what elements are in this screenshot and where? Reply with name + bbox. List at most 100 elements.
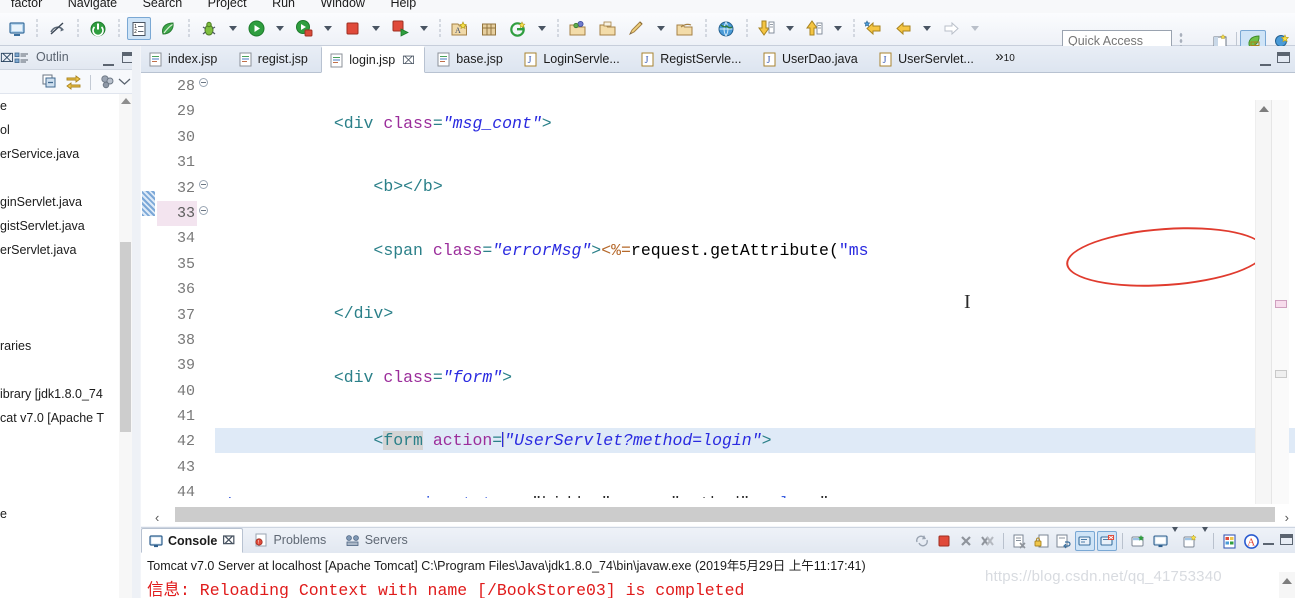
previous-annotation-icon[interactable] — [802, 13, 827, 44]
menu-item-search[interactable]: Search — [132, 0, 194, 12]
save-all-icon[interactable] — [86, 13, 111, 44]
sort-icon[interactable] — [65, 73, 82, 90]
minimize-icon[interactable] — [103, 53, 114, 71]
debug-dropdown-icon[interactable] — [226, 13, 240, 44]
previous-annotation-dropdown-icon[interactable] — [831, 13, 845, 44]
fold-toggle-icon[interactable] — [199, 206, 208, 215]
overview-mark[interactable] — [1275, 300, 1287, 308]
tab-base-jsp[interactable]: base.jsp — [429, 46, 512, 72]
scroll-up-icon[interactable] — [1259, 106, 1269, 112]
word-wrap-icon[interactable] — [1053, 531, 1073, 551]
toggle-breadcrumb-icon[interactable] — [45, 13, 70, 44]
scrollbar-thumb[interactable] — [120, 242, 131, 432]
tab-overflow-button[interactable]: » 10 — [987, 46, 1018, 72]
new-package-icon[interactable] — [477, 13, 502, 44]
package-explorer-close-icon[interactable]: ⌧ — [0, 51, 14, 65]
editor-horizontal-scrollbar[interactable]: ‹ › — [141, 504, 1295, 526]
run-server-dropdown-icon[interactable] — [417, 13, 431, 44]
forward-icon[interactable] — [939, 13, 964, 44]
maximize-icon[interactable] — [1277, 50, 1290, 68]
debug-icon[interactable] — [196, 13, 221, 44]
tab-index-jsp[interactable]: index.jsp — [141, 46, 226, 72]
back-history-icon[interactable] — [861, 13, 886, 44]
tomcat-leaf-icon[interactable] — [155, 13, 180, 44]
back-dropdown-icon[interactable] — [920, 13, 934, 44]
folder-search-icon[interactable] — [672, 13, 697, 44]
run-server-icon[interactable] — [388, 13, 413, 44]
tab-user-dao[interactable]: J UserDao.java — [755, 46, 867, 72]
show-console-dropdown-icon[interactable] — [1172, 532, 1178, 550]
edit-icon[interactable] — [624, 13, 649, 44]
tab-servers[interactable]: Servers — [338, 528, 415, 552]
fold-toggle-icon[interactable] — [199, 180, 208, 189]
console-output[interactable]: 信息: Reloading Context with name [/BookSt… — [147, 576, 1267, 598]
terminate-icon[interactable] — [934, 531, 954, 551]
new-wizard-icon[interactable] — [4, 13, 29, 44]
menu-item-project[interactable]: Project — [197, 0, 258, 12]
tomcat-log-icon[interactable] — [1219, 531, 1239, 551]
editor-vertical-scrollbar[interactable] — [1255, 100, 1271, 525]
new-console-dropdown-icon[interactable] — [1202, 532, 1208, 550]
tomcat-icon[interactable]: A — [1241, 531, 1261, 551]
forward-dropdown-icon[interactable] — [968, 13, 982, 44]
run-icon[interactable] — [244, 13, 269, 44]
next-annotation-icon[interactable] — [754, 13, 779, 44]
scrollbar-thumb[interactable] — [175, 507, 1275, 522]
filter-icon[interactable] — [99, 73, 116, 90]
folding-ruler[interactable] — [199, 73, 213, 498]
terminate-icon[interactable] — [340, 13, 365, 44]
editor-marker-gutter[interactable] — [141, 73, 157, 498]
overview-mark[interactable] — [1275, 370, 1287, 378]
minimize-icon[interactable] — [1260, 53, 1271, 71]
editor-overview-ruler[interactable] — [1271, 100, 1289, 525]
view-menu-icon[interactable] — [118, 77, 131, 86]
tab-console[interactable]: Console ⌧ — [141, 528, 243, 553]
menu-item-window[interactable]: Window — [309, 0, 375, 12]
scroll-lock-icon[interactable] — [1031, 531, 1051, 551]
scroll-down-icon[interactable] — [1282, 578, 1292, 584]
tab-user-servlet[interactable]: J UserServlet... — [871, 46, 983, 72]
show-console-view-icon[interactable] — [1150, 531, 1170, 551]
open-console-icon[interactable] — [1128, 531, 1148, 551]
menu-item-navigate[interactable]: Navigate — [57, 0, 128, 12]
open-type-icon[interactable] — [565, 13, 590, 44]
new-class-dropdown-icon[interactable] — [535, 13, 549, 44]
tab-login-servlet[interactable]: J LoginServle... — [516, 46, 628, 72]
tab-outline[interactable]: Outlin — [36, 50, 69, 64]
menu-item-help[interactable]: Help — [379, 0, 427, 12]
console-scrollbar[interactable] — [1279, 572, 1295, 598]
open-web-browser-icon[interactable] — [713, 13, 738, 44]
display-selected-console-icon[interactable] — [1097, 531, 1117, 551]
clear-console-icon[interactable] — [1009, 531, 1029, 551]
run-external-tools-icon[interactable] — [292, 13, 317, 44]
edit-dropdown-icon[interactable] — [654, 13, 668, 44]
next-annotation-dropdown-icon[interactable] — [783, 13, 797, 44]
scroll-left-icon[interactable]: ‹ — [155, 510, 159, 525]
new-console-view-icon[interactable] — [1180, 531, 1200, 551]
back-icon[interactable] — [891, 13, 916, 44]
menu-item-run[interactable]: Run — [261, 0, 306, 12]
scroll-right-icon[interactable]: › — [1285, 510, 1289, 525]
remove-all-terminated-icon[interactable] — [978, 531, 998, 551]
tab-problems[interactable]: ! Problems — [247, 528, 333, 552]
new-class-icon[interactable] — [506, 13, 531, 44]
left-panel-scrollbar[interactable] — [119, 94, 132, 598]
new-java-project-icon[interactable]: A — [447, 13, 472, 44]
terminate-relaunch-icon[interactable] — [912, 531, 932, 551]
remove-launch-icon[interactable] — [956, 531, 976, 551]
maximize-icon[interactable] — [1280, 532, 1293, 550]
run-external-dropdown-icon[interactable] — [321, 13, 335, 44]
code-text[interactable]: <div class="msg_cont"> <b></b> <span cla… — [215, 73, 1295, 498]
close-icon[interactable]: ⌧ — [402, 54, 415, 67]
fold-toggle-icon[interactable] — [199, 78, 208, 87]
minimize-icon[interactable] — [1263, 532, 1274, 550]
code-editor[interactable]: 28 29 30 31 32 33 34 35 36 37 38 39 40 4… — [141, 73, 1295, 526]
open-task-icon[interactable] — [595, 13, 620, 44]
tab-regist-jsp[interactable]: regist.jsp — [231, 46, 317, 72]
tab-login-jsp[interactable]: login.jsp ⌧ — [321, 46, 425, 73]
run-dropdown-icon[interactable] — [273, 13, 287, 44]
close-icon[interactable]: ⌧ — [222, 534, 235, 547]
tomcat-config-icon[interactable]: 1 2 — [126, 17, 151, 40]
collapse-all-icon[interactable] — [41, 73, 58, 90]
menu-item-refactor[interactable]: factor — [0, 0, 53, 12]
